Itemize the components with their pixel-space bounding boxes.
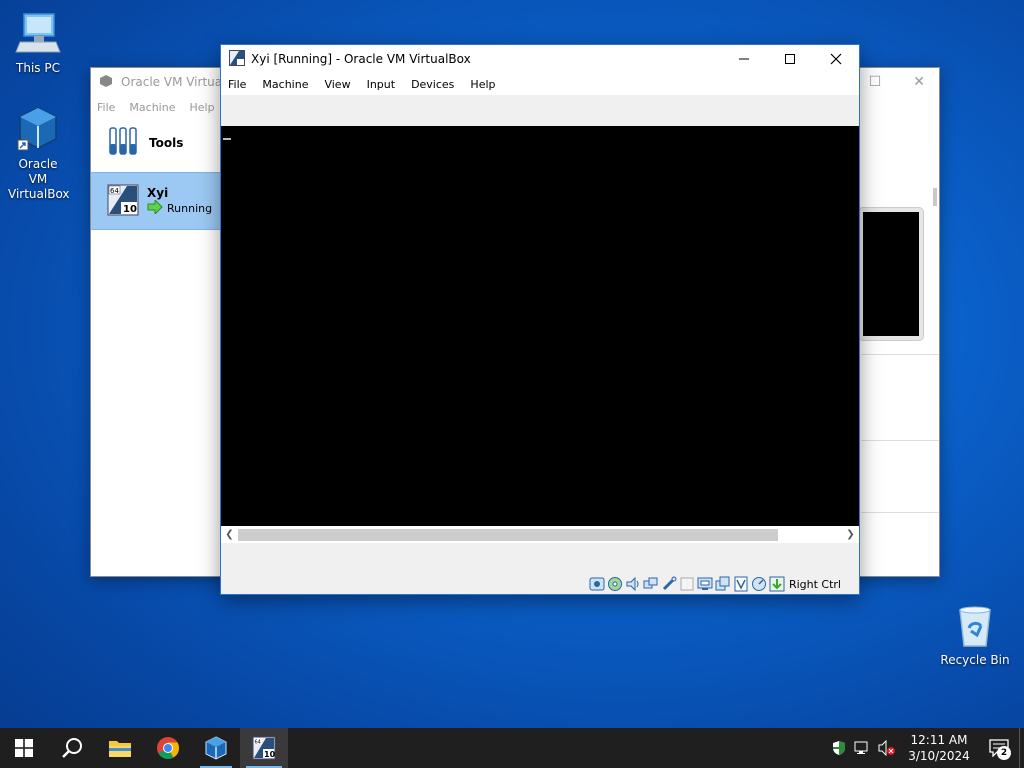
optical-drive-icon[interactable]: [607, 576, 623, 592]
vm-window-title: Xyi [Running] - Oracle VM VirtualBox: [251, 52, 471, 66]
vm-display[interactable]: [221, 126, 859, 526]
display-icon[interactable]: [697, 576, 713, 592]
host-key-label: Right Ctrl: [788, 577, 841, 591]
vm-state: Running: [147, 198, 213, 217]
window-controls: [721, 45, 859, 73]
divider: [861, 512, 939, 513]
vm-xyi-taskbar-button[interactable]: 64 10: [240, 728, 288, 768]
virtualbox-icon: [205, 736, 227, 760]
running-arrow-icon: [147, 198, 163, 217]
desktop-icon-label: This PC: [16, 61, 60, 75]
minimize-icon: [739, 58, 749, 60]
file-explorer-button[interactable]: [96, 728, 144, 768]
vm-menu-bar: File Machine View Input Devices Help: [221, 73, 859, 95]
clock-date: 3/10/2024: [908, 749, 970, 763]
close-button[interactable]: [813, 45, 859, 73]
desktop-icon-label: Recycle Bin: [940, 653, 1010, 667]
hard-disk-icon[interactable]: [589, 576, 605, 592]
taskbar: 64 10 12:11 AM 3/10/2024 2: [0, 728, 1024, 768]
vm-console-window[interactable]: Xyi [Running] - Oracle VM VirtualBox Fil…: [220, 44, 860, 595]
manager-menu-file[interactable]: File: [97, 101, 115, 114]
close-icon[interactable]: ✕: [913, 74, 925, 90]
taskbar-clock[interactable]: 12:11 AM 3/10/2024: [899, 732, 979, 764]
usb-icon[interactable]: [661, 576, 677, 592]
audio-icon[interactable]: [625, 576, 641, 592]
this-pc-icon: [14, 10, 62, 58]
svg-text:64: 64: [255, 740, 261, 746]
network-status-icon[interactable]: [851, 728, 875, 768]
host-key-arrow-icon[interactable]: [769, 576, 785, 592]
video-capture-icon[interactable]: [715, 576, 731, 592]
windows-logo-icon: [15, 739, 33, 757]
scroll-right-icon[interactable]: ❯: [842, 529, 859, 540]
windows-10-64-os-icon: [229, 49, 245, 69]
vm-menu-file[interactable]: File: [228, 78, 254, 91]
vm-menu-view[interactable]: View: [324, 78, 358, 91]
manager-menu-machine[interactable]: Machine: [129, 101, 175, 114]
desktop-icon-recycle-bin[interactable]: Recycle Bin: [937, 602, 1013, 668]
guest-additions-icon[interactable]: [751, 576, 767, 592]
svg-text:64: 64: [110, 187, 119, 195]
chrome-button[interactable]: [144, 728, 192, 768]
tools-label: Tools: [149, 136, 184, 150]
virtualbox-manager-taskbar-button[interactable]: [192, 728, 240, 768]
vm-state-label: Running: [167, 201, 213, 215]
manager-menu-help[interactable]: Help: [189, 101, 214, 114]
maximize-icon[interactable]: ☐: [869, 74, 882, 90]
folder-icon: [109, 741, 131, 757]
search-icon: [62, 738, 82, 758]
vm-menu-devices[interactable]: Devices: [411, 78, 462, 91]
close-icon: [830, 53, 842, 65]
vm-status-bar: Right Ctrl: [221, 574, 859, 594]
divider: [861, 440, 939, 441]
chrome-icon: [157, 737, 179, 759]
machine-list-item-xyi[interactable]: 64 10 Xyi Running: [91, 172, 220, 230]
windows-10-64-os-icon: 64 10: [252, 736, 276, 760]
vm-menu-help[interactable]: Help: [470, 78, 503, 91]
action-center-button[interactable]: 2: [979, 728, 1019, 768]
tools-icon: [107, 126, 139, 161]
horizontal-scrollbar[interactable]: ❮ ❯: [221, 526, 859, 543]
scroll-left-icon[interactable]: ❮: [221, 529, 238, 540]
show-desktop-button[interactable]: [1019, 728, 1024, 768]
volume-muted-icon[interactable]: [875, 728, 899, 768]
vm-toolbar-area: [221, 95, 859, 127]
desktop-icon-virtualbox[interactable]: Oracle VM VirtualBox: [0, 106, 76, 202]
svg-text:10: 10: [264, 750, 276, 759]
shared-folders-icon[interactable]: [679, 576, 695, 592]
desktop-icon-this-pc[interactable]: This PC: [0, 10, 76, 76]
virtualbox-icon: [14, 106, 62, 154]
manager-scrollbar[interactable]: [933, 188, 937, 206]
security-shield-icon[interactable]: [827, 728, 851, 768]
clock-time: 12:11 AM: [910, 733, 968, 747]
tools-item[interactable]: Tools: [91, 118, 220, 168]
network-icon[interactable]: [643, 576, 659, 592]
manager-window-controls: ☐ ✕: [869, 74, 925, 90]
search-button[interactable]: [48, 728, 96, 768]
vm-menu-input[interactable]: Input: [367, 78, 403, 91]
cpu-virtualization-icon[interactable]: [733, 576, 749, 592]
scrollbar-thumb[interactable]: [238, 529, 778, 541]
desktop-icon-label: Oracle VM VirtualBox: [8, 157, 70, 201]
minimize-button[interactable]: [721, 45, 767, 73]
recycle-bin-icon: [951, 602, 999, 650]
maximize-button[interactable]: [767, 45, 813, 73]
windows-10-64-os-icon: 64 10: [107, 184, 139, 219]
scrollbar-track[interactable]: [238, 526, 842, 543]
maximize-icon: [785, 54, 795, 64]
notification-count-badge: 2: [997, 746, 1011, 760]
virtualbox-icon: [99, 74, 113, 91]
divider: [861, 354, 939, 355]
start-button[interactable]: [0, 728, 48, 768]
svg-text:10: 10: [123, 204, 137, 215]
vm-menu-machine[interactable]: Machine: [262, 78, 316, 91]
vm-preview-thumbnail: [859, 208, 923, 340]
system-tray: 12:11 AM 3/10/2024 2: [827, 728, 1024, 768]
machine-list: Tools 64 10 Xyi Running: [91, 118, 221, 576]
vm-name: Xyi: [147, 185, 169, 200]
text-cursor: [223, 138, 231, 140]
